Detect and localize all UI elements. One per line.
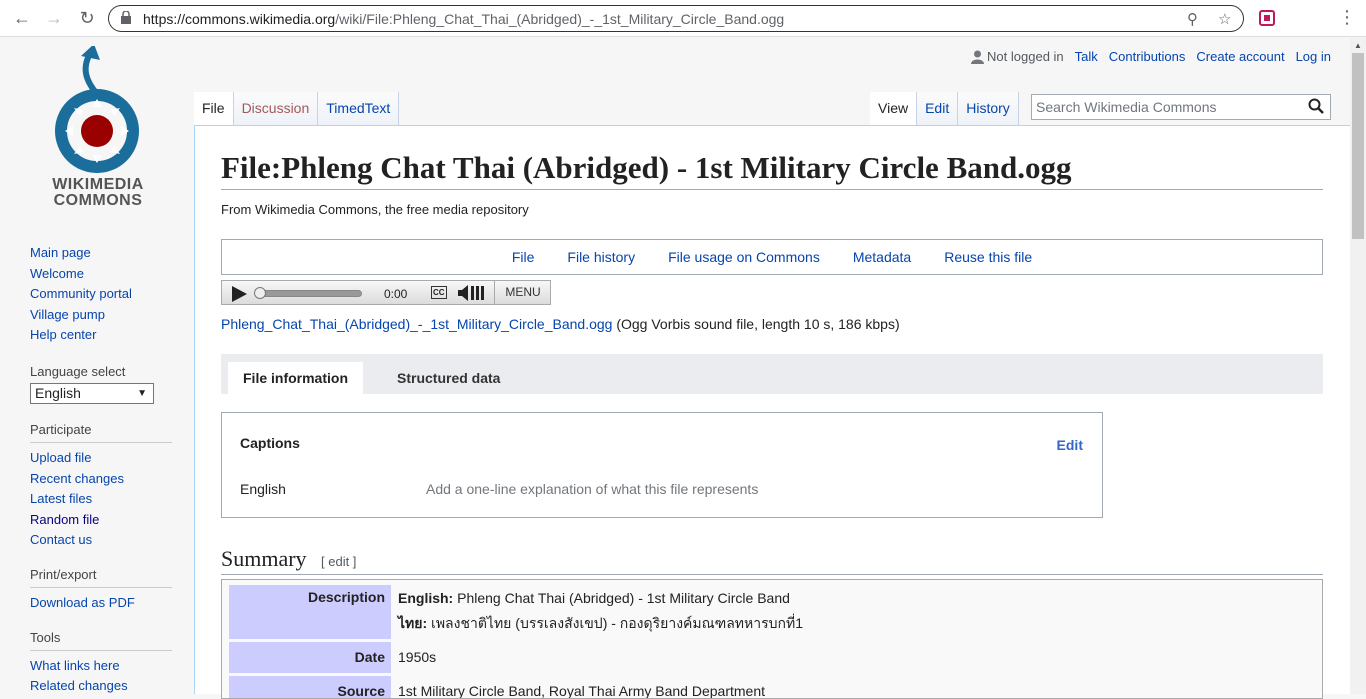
sidebar-item-community-portal[interactable]: Community portal (30, 284, 180, 305)
menu-icon[interactable]: ⋮ (1338, 7, 1356, 28)
back-icon[interactable]: ← (12, 8, 32, 28)
scroll-up-icon[interactable]: ▲ (1354, 41, 1362, 50)
seek-handle[interactable] (254, 287, 266, 299)
summary-section: Summary [ edit ] (221, 546, 1323, 575)
tab-structured-data[interactable]: Structured data (382, 362, 515, 394)
log-in-link[interactable]: Log in (1296, 49, 1331, 64)
sidebar-item-latest-files[interactable]: Latest files (30, 489, 180, 510)
forward-icon[interactable]: → (44, 8, 64, 28)
description-en: English: Phleng Chat Thai (Abridged) - 1… (398, 590, 790, 606)
date-label: Date (229, 642, 391, 673)
language-select-value: English (35, 384, 81, 401)
browser-toolbar: ← → ↻ https://commons.wikimedia.org/wiki… (0, 0, 1366, 37)
sidebar-item-main-page[interactable]: Main page (30, 243, 180, 264)
logo-text: WIKIMEDIA COMMONS (52, 176, 144, 209)
caption-placeholder[interactable]: Add a one-line explanation of what this … (426, 481, 758, 497)
search-placeholder: Search Wikimedia Commons (1036, 99, 1217, 115)
toc-file-usage[interactable]: File usage on Commons (668, 249, 820, 265)
tab-file-information[interactable]: File information (228, 362, 363, 394)
language-select-heading: Language select (30, 363, 126, 379)
zoom-icon[interactable]: ⚲ (1187, 10, 1198, 28)
url-text: https://commons.wikimedia.org/wiki/File:… (143, 11, 785, 27)
sidebar-item-what-links-here[interactable]: What links here (30, 656, 180, 677)
content: File:Phleng Chat Thai (Abridged) - 1st M… (194, 125, 1350, 699)
description-label: Description (229, 585, 391, 639)
file-info: Phleng_Chat_Thai_(Abridged)_-_1st_Milita… (221, 316, 900, 332)
lock-icon (121, 11, 131, 24)
information-table: Description English: Phleng Chat Thai (A… (221, 579, 1323, 699)
toc-file[interactable]: File (512, 249, 535, 265)
seek-bar[interactable] (256, 290, 362, 297)
sidebar-item-village-pump[interactable]: Village pump (30, 305, 180, 326)
media-info-tabs: File information Structured data (221, 354, 1323, 394)
toc-file-history[interactable]: File history (567, 249, 635, 265)
toc-reuse[interactable]: Reuse this file (944, 249, 1032, 265)
view-tabs: View Edit History (870, 92, 1019, 125)
scrollbar-thumb[interactable] (1352, 53, 1364, 239)
tab-edit[interactable]: Edit (917, 92, 959, 125)
summary-edit-link[interactable]: [ edit ] (321, 554, 356, 569)
summary-heading: Summary (221, 546, 307, 571)
tab-timedtext[interactable]: TimedText (318, 92, 400, 125)
audio-player: 0:00 CC MENU (221, 280, 551, 305)
sidebar: Main page Welcome Community portal Villa… (30, 243, 180, 697)
site-tagline: From Wikimedia Commons, the free media r… (221, 202, 529, 217)
toc-metadata[interactable]: Metadata (853, 249, 911, 265)
source-label: Source (229, 676, 391, 698)
create-account-link[interactable]: Create account (1196, 49, 1284, 64)
time-display: 0:00 (384, 287, 408, 301)
file-toc: File File history File usage on Commons … (221, 239, 1323, 275)
tab-view[interactable]: View (870, 92, 918, 125)
captions-heading: Captions (240, 435, 300, 451)
print-export-heading: Print/export (30, 567, 172, 588)
user-icon (971, 50, 985, 64)
star-icon[interactable]: ☆ (1218, 10, 1231, 28)
player-menu-button[interactable]: MENU (494, 280, 551, 305)
file-download-link[interactable]: Phleng_Chat_Thai_(Abridged)_-_1st_Milita… (221, 316, 612, 332)
sidebar-item-download-pdf[interactable]: Download as PDF (30, 593, 180, 614)
volume-icon[interactable] (458, 284, 490, 302)
captions-panel: Captions Edit English Add a one-line exp… (221, 412, 1103, 518)
dropdown-arrow-icon: ▼ (137, 387, 147, 399)
page-title: File:Phleng Chat Thai (Abridged) - 1st M… (221, 149, 1323, 190)
tab-history[interactable]: History (958, 92, 1019, 125)
sidebar-item-welcome[interactable]: Welcome (30, 264, 180, 285)
extension-icon[interactable] (1259, 10, 1275, 26)
page-scrollbar[interactable]: ▲ (1350, 38, 1366, 694)
page: WIKIMEDIA COMMONS Main page Welcome Comm… (0, 38, 1350, 699)
caption-language: English (240, 481, 286, 497)
not-logged-in-label: Not logged in (987, 49, 1064, 64)
tab-file[interactable]: File (194, 92, 234, 125)
search-icon[interactable] (1308, 98, 1324, 114)
talk-link[interactable]: Talk (1075, 49, 1098, 64)
reload-icon[interactable]: ↻ (77, 8, 97, 28)
sidebar-item-upload-file[interactable]: Upload file (30, 448, 180, 469)
search-input[interactable]: Search Wikimedia Commons (1031, 94, 1331, 120)
captions-icon[interactable]: CC (431, 286, 447, 299)
tools-heading: Tools (30, 630, 172, 651)
sidebar-item-recent-changes[interactable]: Recent changes (30, 469, 180, 490)
date-value: 1950s (398, 649, 437, 665)
sidebar-item-contact-us[interactable]: Contact us (30, 530, 180, 551)
participate-heading: Participate (30, 422, 172, 443)
namespace-tabs: File Discussion TimedText (194, 92, 400, 125)
tab-discussion[interactable]: Discussion (233, 92, 319, 125)
file-description: (Ogg Vorbis sound file, length 10 s, 186… (616, 316, 900, 332)
sidebar-item-random-file[interactable]: Random file (30, 510, 180, 531)
personal-tools: Not logged in Talk Contributions Create … (971, 49, 1331, 64)
captions-edit-button[interactable]: Edit (1057, 437, 1083, 453)
not-logged-in: Not logged in (971, 49, 1064, 64)
contributions-link[interactable]: Contributions (1109, 49, 1186, 64)
language-select[interactable]: English ▼ (30, 382, 154, 404)
description-th: ไทย: เพลงชาติไทย (บรรเลงสังเขป) - กองดุร… (398, 615, 804, 631)
sidebar-item-help-center[interactable]: Help center (30, 325, 180, 346)
play-icon[interactable] (232, 286, 247, 302)
source-value: 1st Military Circle Band, Royal Thai Arm… (398, 683, 765, 699)
address-bar[interactable]: https://commons.wikimedia.org/wiki/File:… (108, 5, 1244, 32)
